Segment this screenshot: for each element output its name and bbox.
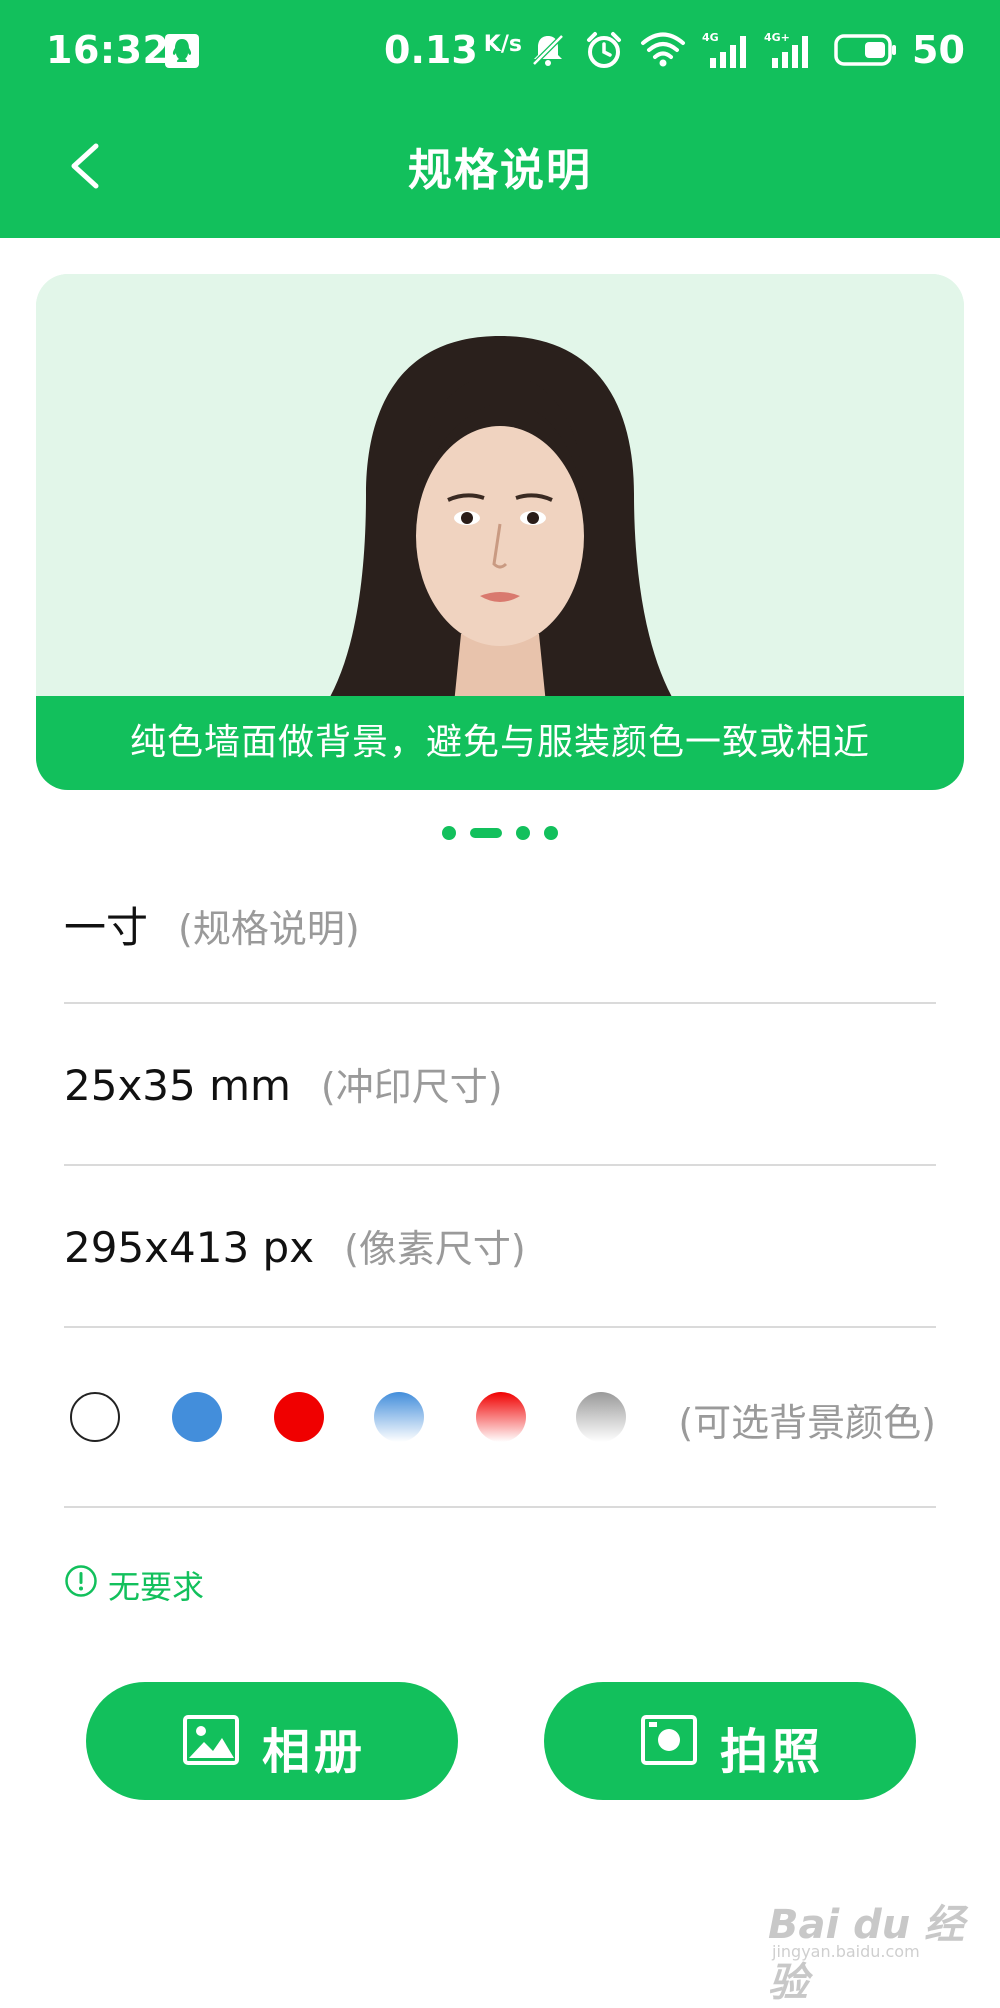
camera-icon [641, 1715, 697, 1765]
spec-row-pixel-size: 295x413 px (像素尺寸) [64, 1166, 936, 1328]
battery-icon [834, 34, 896, 66]
spec-size-name-note: (规格说明) [178, 907, 360, 951]
bg-color-white-swatch[interactable] [70, 1392, 120, 1442]
carousel-indicator [0, 826, 1000, 842]
album-button[interactable]: 相册 [86, 1682, 458, 1800]
spec-row-print-size: 25x35 mm (冲印尺寸) [64, 1004, 936, 1166]
spec-pixel-size-note: (像素尺寸) [344, 1227, 526, 1271]
carousel-dot-active[interactable] [470, 828, 502, 838]
example-photo-banner[interactable]: 纯色墙面做背景，避免与服装颜色一致或相近 [36, 274, 964, 790]
carousel-dot[interactable] [516, 826, 530, 840]
requirement-text: 无要求 [108, 1568, 205, 1606]
app-header: 16:32 0.13 K/s 4G 4G+ 50 规格说明 [0, 0, 1000, 238]
take-photo-button-label: 拍照 [720, 1724, 825, 1780]
watermark-url: jingyan.baidu.com [772, 1942, 920, 1961]
bg-colors-note: (可选背景颜色) [678, 1401, 936, 1445]
info-circle-icon [65, 1565, 97, 1597]
mute-bell-icon [532, 34, 564, 66]
spec-size-name-line: 一寸 (规格说明) [64, 894, 360, 955]
spec-print-size: 25x35 mm [64, 1061, 291, 1110]
bg-color-gray-gradient-swatch[interactable] [576, 1392, 626, 1442]
spec-pixel-size: 295x413 px [64, 1223, 315, 1272]
bg-color-blue-swatch[interactable] [172, 1392, 222, 1442]
banner-caption: 纯色墙面做背景，避免与服装颜色一致或相近 [36, 696, 964, 790]
carousel-dot[interactable] [544, 826, 558, 840]
status-bar: 16:32 0.13 K/s 4G 4G+ 50 [0, 0, 1000, 104]
spec-pixel-size-line: 295x413 px (像素尺寸) [64, 1218, 526, 1273]
bg-color-red-swatch[interactable] [274, 1392, 324, 1442]
image-icon [183, 1715, 239, 1765]
spec-print-size-line: 25x35 mm (冲印尺寸) [64, 1056, 503, 1111]
signal-4g-label: 4G [702, 31, 719, 44]
spec-row-size-name: 一寸 (规格说明) [64, 842, 936, 1004]
net-speed: 0.13 K/s [384, 28, 522, 72]
signal-4g-icon: 4G [702, 31, 746, 68]
page-title: 规格说明 [408, 145, 592, 196]
spec-print-size-note: (冲印尺寸) [320, 1065, 503, 1109]
status-time: 16:32 [46, 28, 170, 72]
net-speed-value: 0.13 [384, 28, 478, 72]
signal-4g-plus-label: 4G+ [764, 31, 790, 44]
qq-notification-icon [165, 34, 199, 68]
bg-color-red-gradient-swatch[interactable] [476, 1392, 526, 1442]
net-speed-unit: K/s [483, 32, 522, 57]
bg-color-blue-gradient-swatch[interactable] [374, 1392, 424, 1442]
wifi-icon [641, 32, 685, 67]
carousel-dot[interactable] [442, 826, 456, 840]
background-color-options: (可选背景颜色) [64, 1328, 936, 1508]
alarm-icon [587, 32, 621, 68]
nav-bar: 规格说明 [0, 104, 1000, 238]
spec-size-name: 一寸 [64, 903, 149, 952]
signal-4g-plus-icon: 4G+ [764, 31, 808, 68]
battery-level: 50 [912, 28, 965, 72]
take-photo-button[interactable]: 拍照 [544, 1682, 916, 1800]
album-button-label: 相册 [262, 1724, 367, 1780]
